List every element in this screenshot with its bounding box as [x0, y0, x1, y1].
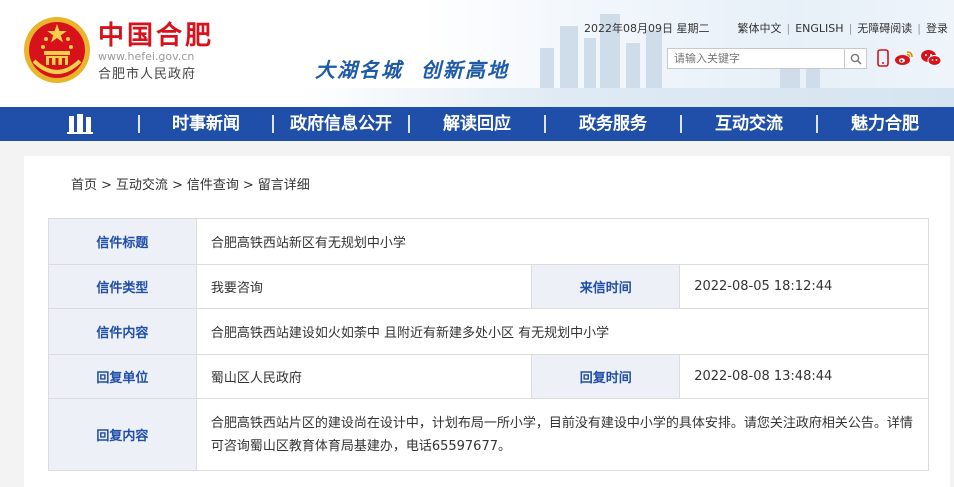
- nav-item-interpretation[interactable]: 解读回应: [410, 107, 544, 141]
- login-link[interactable]: 登录: [926, 20, 948, 36]
- mobile-button[interactable]: [872, 47, 894, 69]
- sent-time-value: 2022-08-05 18:12:44: [679, 264, 929, 309]
- search-box: [667, 48, 867, 69]
- nav-item-news[interactable]: 时事新闻: [140, 107, 272, 141]
- breadcrumb-separator: >: [101, 178, 112, 193]
- traditional-chinese-link[interactable]: 繁体中文: [738, 20, 782, 36]
- mobile-phone-icon: [877, 49, 889, 67]
- nav-item-services[interactable]: 政务服务: [546, 107, 680, 141]
- nav-item-charm-hefei[interactable]: 魅力合肥: [818, 107, 952, 141]
- letter-content-value: 合肥高铁西站建设如火如荼中 且附近有新建多处小区 有无规划中小学: [195, 308, 930, 355]
- breadcrumb-current: 留言详细: [257, 178, 310, 193]
- nav-item-government-info[interactable]: 政府信息公开: [274, 107, 408, 141]
- letter-info-table: 信件标题 合肥高铁西站新区有无规划中小学 信件类型 我要咨询 来信时间 2022…: [48, 218, 930, 471]
- breadcrumb: 首页 > 互动交流 > 信件查询 > 留言详细: [71, 174, 310, 193]
- home-building-icon[interactable]: [66, 113, 94, 135]
- table-row: 回复单位 蜀山区人民政府 回复时间 2022-08-08 13:48:44: [48, 354, 929, 399]
- accessibility-link[interactable]: 无障碍阅读: [857, 20, 912, 36]
- breadcrumb-letter-query[interactable]: 信件查询: [187, 178, 239, 193]
- weibo-button[interactable]: [893, 47, 915, 69]
- skyline-building: [646, 30, 662, 88]
- letter-type-label: 信件类型: [48, 264, 197, 309]
- letter-detail-panel: 首页 > 互动交流 > 信件查询 > 留言详细 信件标题 合肥高铁西站新区有无规划中小学 信…: [24, 156, 950, 487]
- slogan-part-2: 创新高地: [421, 58, 509, 82]
- header-water: [300, 88, 954, 107]
- table-row: 回复内容 合肥高铁西站片区的建设尚在设计中，计划布局一所小学，目前没有建设中小学…: [48, 398, 930, 471]
- english-link[interactable]: ENGLISH: [795, 22, 843, 35]
- sent-time-label: 来信时间: [531, 264, 681, 309]
- weibo-icon: [895, 51, 913, 65]
- site-logo-subtitle: 合肥市人民政府: [98, 67, 197, 82]
- site-url: www.hefei.gov.cn: [98, 50, 195, 63]
- skyline-building: [584, 38, 596, 88]
- search-icon: [850, 53, 862, 65]
- separator: |: [848, 21, 853, 35]
- search-button[interactable]: [844, 49, 866, 68]
- site-logo-title[interactable]: 中国合肥: [98, 15, 214, 52]
- reply-unit-label: 回复单位: [48, 354, 197, 399]
- nav-item-interaction[interactable]: 互动交流: [682, 107, 816, 141]
- national-emblem-icon[interactable]: [22, 15, 92, 85]
- letter-title-label: 信件标题: [48, 218, 197, 265]
- breadcrumb-home[interactable]: 首页: [71, 178, 97, 193]
- breadcrumb-separator: >: [242, 178, 254, 193]
- letter-title-value: 合肥高铁西站新区有无规划中小学: [195, 218, 930, 265]
- reply-time-label: 回复时间: [531, 354, 681, 399]
- letter-type-value: 我要咨询: [195, 264, 533, 309]
- reply-content-value: 合肥高铁西站片区的建设尚在设计中，计划布局一所小学，目前没有建设中小学的具体安排…: [195, 398, 930, 471]
- wechat-icon: [921, 50, 942, 66]
- skyline-building: [560, 26, 578, 88]
- breadcrumb-interaction[interactable]: 互动交流: [116, 178, 168, 193]
- search-input[interactable]: [668, 49, 844, 68]
- table-row: 信件类型 我要咨询 来信时间 2022-08-05 18:12:44: [48, 264, 929, 309]
- skyline-building: [626, 43, 640, 88]
- table-row: 信件标题 合肥高铁西站新区有无规划中小学: [48, 218, 930, 265]
- main-navigation: 时事新闻 政府信息公开 解读回应 政务服务 互动交流 魅力合肥: [0, 107, 954, 141]
- skyline-building: [540, 48, 554, 88]
- top-utility-bar: 2022年08月09日 星期二 繁体中文 | ENGLISH | 无障碍阅读 |…: [584, 20, 948, 36]
- separator: |: [786, 21, 791, 35]
- letter-content-label: 信件内容: [48, 308, 197, 355]
- table-row: 信件内容 合肥高铁西站建设如火如荼中 且附近有新建多处小区 有无规划中小学: [48, 308, 930, 355]
- reply-unit-value: 蜀山区人民政府: [195, 354, 533, 399]
- reply-content-label: 回复内容: [48, 398, 197, 471]
- header-slogan: 大湖名城 创新高地: [315, 54, 527, 83]
- wechat-button[interactable]: [920, 47, 942, 69]
- current-date: 2022年08月09日 星期二: [584, 22, 710, 35]
- reply-time-value: 2022-08-08 13:48:44: [679, 354, 929, 399]
- site-header: 中国合肥 www.hefei.gov.cn 合肥市人民政府 大湖名城 创新高地 2…: [0, 0, 954, 107]
- separator: |: [917, 21, 921, 35]
- slogan-part-1: 大湖名城: [315, 58, 403, 82]
- breadcrumb-separator: >: [171, 178, 183, 193]
